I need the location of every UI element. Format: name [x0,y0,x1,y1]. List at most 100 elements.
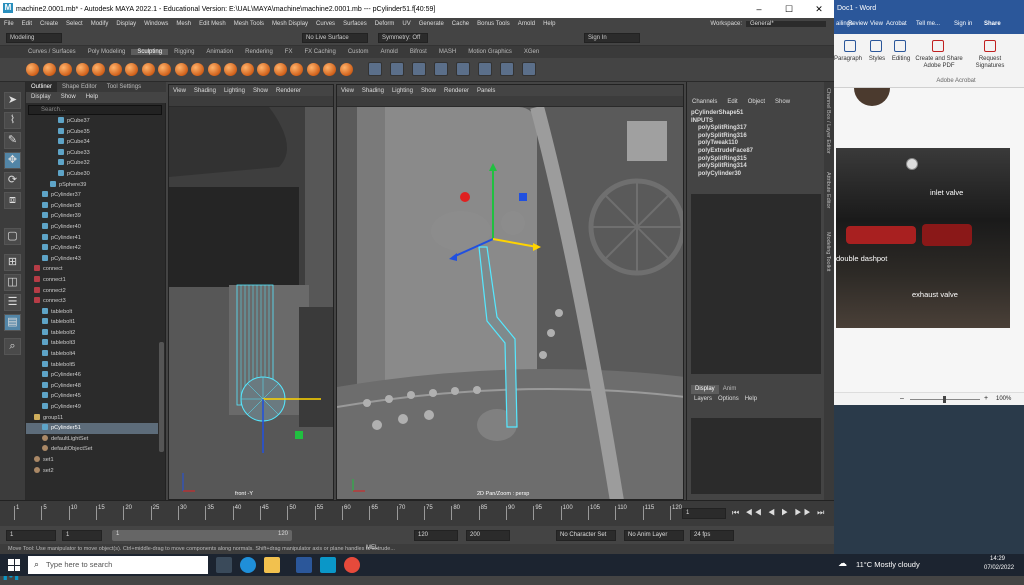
playback-end-field[interactable]: 120 [414,530,458,541]
tab-shape-editor[interactable]: Shape Editor [57,82,102,92]
vp2-menu-renderer[interactable]: Renderer [440,88,473,94]
vp2-menu-panels[interactable]: Panels [473,88,499,94]
shelf-tab-rigging[interactable]: Rigging [168,49,200,55]
character-set-dropdown[interactable]: No Character Set [556,530,616,541]
word-sign-in[interactable]: Sign in [954,21,972,27]
sculpt-brush-icon[interactable] [224,63,237,76]
cb-menu-object[interactable]: Object [743,96,770,108]
paint-select-icon[interactable]: ✎ [4,132,21,149]
zoom-level[interactable]: 100% [996,396,1011,402]
outliner-item[interactable]: pSphere39 [26,180,158,191]
scale-tool-icon[interactable]: ⧈ [4,192,21,209]
input-node[interactable]: polySplitRing314 [691,163,821,171]
mode-dropdown[interactable]: Modeling [6,33,62,43]
side-tab-channel-box[interactable]: Channel Box / Layer Editor [825,88,831,154]
shelf-tab-rendering[interactable]: Rendering [239,49,279,55]
taskbar-search-input[interactable]: Type here to search [28,556,208,574]
request-signatures-button[interactable]: Request Signatures [964,56,1016,70]
sculpt-brush-icon[interactable] [26,63,39,76]
tab-outliner[interactable]: Outliner [26,82,58,92]
create-share-pdf-button[interactable]: Create and Share Adobe PDF [914,56,964,70]
outliner-item[interactable]: set2 [26,466,158,477]
weather-icon[interactable]: ☁ [838,558,847,569]
outliner-item[interactable]: tablebolt4 [26,349,158,360]
outliner-item[interactable]: pCylinder48 [26,381,158,392]
menu-create[interactable]: Create [36,21,62,27]
persp-outliner-layout-icon[interactable]: ▤ [4,314,21,331]
shelf-tab-mash[interactable]: MASH [433,49,462,55]
styles-icon[interactable] [870,40,882,52]
time-slider[interactable]: 1 ⏮ ◀◀ ◀ ▶ ▶▶ ⏭ 1 5 10 15 20 25 30 35 40 45 50 55 60… [0,500,834,526]
sculpt-tool-icon[interactable] [478,62,492,76]
sculpt-brush-icon[interactable] [207,63,221,76]
zoom-in-button[interactable]: + [984,395,988,402]
vp2-menu-show[interactable]: Show [417,88,440,94]
sculpt-tool-icon[interactable] [368,62,382,76]
maximize-button[interactable]: ☐ [774,0,804,18]
current-frame-field[interactable]: 1 [682,508,726,519]
menu-mesh-tools[interactable]: Mesh Tools [230,21,268,27]
single-pane-icon[interactable]: ▢ [4,228,21,245]
menu-modify[interactable]: Modify [87,21,113,27]
outliner-item[interactable]: connect [26,264,158,275]
outliner-scrollbar[interactable] [159,342,164,452]
sculpt-brush-icon[interactable] [257,63,270,76]
editing-button[interactable]: Editing [888,56,914,62]
menu-deform[interactable]: Deform [371,21,399,27]
outliner-item[interactable]: pCylinder38 [26,201,158,212]
vp1-menu-view[interactable]: View [169,88,190,94]
sculpt-brush-icon[interactable] [240,63,254,76]
outliner-item[interactable]: pCylinder49 [26,402,158,413]
word-document-area[interactable]: inlet valve double dashpot exhaust valve [834,88,1024,392]
layer-menu-options[interactable]: Options [715,395,742,404]
outliner-item[interactable]: pCylinder41 [26,233,158,244]
outliner-menu-help[interactable]: Help [81,92,103,103]
menu-file[interactable]: File [0,21,18,27]
side-tab-attribute-editor[interactable]: Attribute Editor [825,172,831,208]
zoom-slider-thumb[interactable] [943,396,946,403]
fps-dropdown[interactable]: 24 fps [690,530,734,541]
outliner-item[interactable]: defaultObjectSet [26,444,158,455]
sculpt-brush-icon[interactable] [306,63,320,76]
styles-button[interactable]: Styles [864,56,890,62]
sculpt-brush-icon[interactable] [158,63,171,76]
sculpt-brush-icon[interactable] [323,63,336,76]
word-taskbar-icon[interactable] [296,557,312,573]
persp-viewport[interactable]: View Shading Lighting Show Renderer Pane… [336,84,684,500]
edge-icon[interactable] [240,557,256,573]
vp2-menu-lighting[interactable]: Lighting [388,88,417,94]
workspace-dropdown[interactable]: General* [746,21,826,27]
word-tab-review[interactable]: Review [848,21,868,27]
menu-bonus-tools[interactable]: Bonus Tools [473,21,514,27]
side-tab-modeling-toolkit[interactable]: Modeling Toolkit [825,232,831,271]
two-pane-icon[interactable]: ◫ [4,274,21,291]
outliner-item[interactable]: pCube33 [26,148,158,159]
zoom-icon[interactable]: ⌕ [4,338,21,355]
menu-edit[interactable]: Edit [18,21,36,27]
playback-start-field[interactable]: 1 [62,530,102,541]
layer-menu-layers[interactable]: Layers [691,395,715,404]
input-node[interactable]: polyCylinder30 [691,171,821,179]
tab-display-layers[interactable]: Display [691,385,719,394]
sculpt-tool-icon[interactable] [434,62,448,76]
outliner-item[interactable]: group11 [26,413,158,424]
anim-layer-dropdown[interactable]: No Anim Layer [624,530,684,541]
minimize-button[interactable]: – [744,0,774,18]
shelf-tab-sculpting[interactable]: Sculpting [131,49,169,55]
vp1-menu-show[interactable]: Show [249,88,272,94]
chrome-icon[interactable] [344,557,360,573]
outliner-item[interactable]: pCylinder43 [26,254,158,265]
menu-cache[interactable]: Cache [448,21,473,27]
clock-time[interactable]: 14:29 [990,556,1005,562]
mel-label[interactable]: MEL [366,545,378,551]
outliner-item[interactable]: connect2 [26,286,158,297]
symmetry-dropdown[interactable]: Symmetry: Off [378,33,428,43]
sculpt-brush-icon[interactable] [273,63,287,76]
shelf-tab-arnold[interactable]: Arnold [375,49,404,55]
menu-display[interactable]: Display [112,21,140,27]
start-button-icon[interactable] [8,559,20,571]
editing-icon[interactable] [894,40,906,52]
outliner-item[interactable]: pCylinder42 [26,243,158,254]
maya-taskbar-icon[interactable] [320,557,336,573]
input-node[interactable]: polyTweak110 [691,140,821,148]
